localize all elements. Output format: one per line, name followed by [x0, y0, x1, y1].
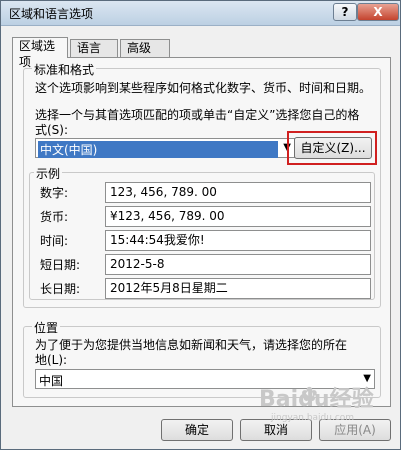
example-label-long-date: 长日期: — [40, 282, 81, 296]
locale-selected-value: 中文(中国) — [38, 141, 278, 158]
example-value-long-date: 2012年5月8日星期二 — [105, 278, 371, 299]
example-value-currency: ¥123, 456, 789. 00 — [105, 206, 371, 227]
example-value-time: 15:44:54我爱你! — [105, 230, 371, 251]
tab-advanced[interactable]: 高级 — [120, 39, 170, 57]
standards-legend: 标准和格式 — [32, 61, 97, 78]
tab-regional-options[interactable]: 区域选项 — [12, 37, 68, 69]
location-selected-value: 中国 — [39, 374, 64, 388]
highlight-box — [287, 131, 377, 165]
tab-languages[interactable]: 语言 — [70, 39, 118, 57]
locale-select[interactable]: 中文(中国) ▼ — [35, 138, 295, 158]
example-label-short-date: 短日期: — [40, 258, 81, 272]
example-label-time: 时间: — [40, 234, 69, 248]
standards-instruction-line1: 选择一个与其首选项匹配的项或单击“自定义”选择您自己的格 — [35, 108, 360, 122]
standards-description: 这个选项影响到某些程序如何格式化数字、货币、时间和日期。 — [35, 81, 372, 95]
example-label-number: 数字: — [40, 186, 69, 200]
paw-icon: ✿ — [301, 382, 318, 406]
region-language-dialog: 区域和语言选项 ? X 区域选项 语言 高级 标准和格式 这个选项影响到某些程序… — [0, 0, 401, 450]
title-bar[interactable]: 区域和语言选项 ? X — [1, 1, 400, 26]
help-button[interactable]: ? — [333, 3, 357, 21]
examples-legend: 示例 — [34, 165, 63, 182]
standards-instruction-line2: 式(S): — [35, 123, 69, 137]
ok-button[interactable]: 确定 — [161, 419, 233, 441]
tab-panel: 标准和格式 这个选项影响到某些程序如何格式化数字、货币、时间和日期。 选择一个与… — [12, 57, 391, 407]
close-button[interactable]: X — [357, 3, 399, 21]
watermark-url: jingyan.baidu.com — [271, 413, 355, 423]
location-description-line2: 地(L): — [35, 353, 68, 367]
window-title: 区域和语言选项 — [9, 7, 94, 21]
example-label-currency: 货币: — [40, 210, 69, 224]
location-description-line1: 为了便于为您提供当地信息如新闻和天气，请选择您的所在 — [35, 338, 348, 352]
example-value-number: 123, 456, 789. 00 — [105, 182, 371, 203]
location-legend: 位置 — [32, 319, 61, 336]
example-value-short-date: 2012-5-8 — [105, 254, 371, 275]
